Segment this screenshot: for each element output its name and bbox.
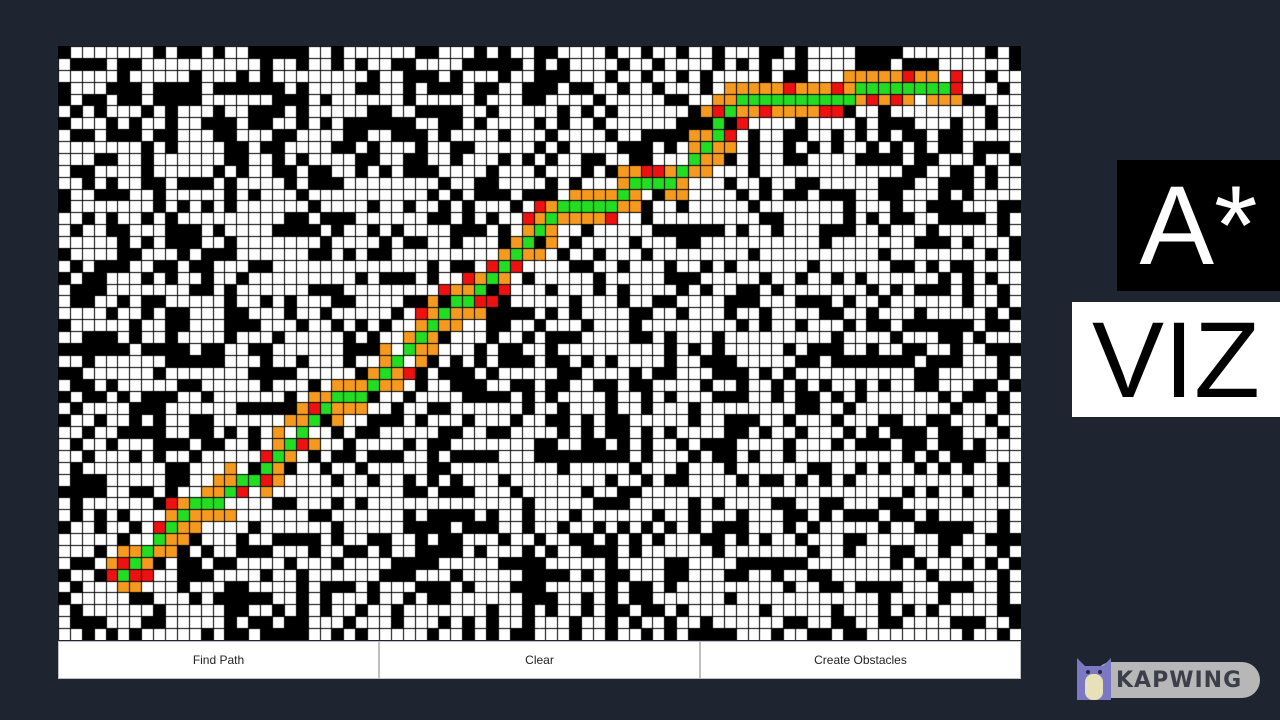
- watermark-pill: KAPWING: [1094, 662, 1260, 698]
- create-obstacles-button[interactable]: Create Obstacles: [700, 641, 1021, 679]
- kapwing-cat-icon: [1077, 658, 1111, 700]
- control-bar: Find Path Clear Create Obstacles: [58, 641, 1021, 679]
- title-a-star: A*: [1117, 160, 1280, 291]
- title-viz: VIZ: [1072, 302, 1280, 417]
- grid-board[interactable]: [58, 46, 1021, 640]
- kapwing-watermark: KAPWING: [1076, 656, 1260, 700]
- find-path-button[interactable]: Find Path: [58, 641, 379, 679]
- watermark-text: KAPWING: [1116, 667, 1243, 693]
- clear-button[interactable]: Clear: [379, 641, 700, 679]
